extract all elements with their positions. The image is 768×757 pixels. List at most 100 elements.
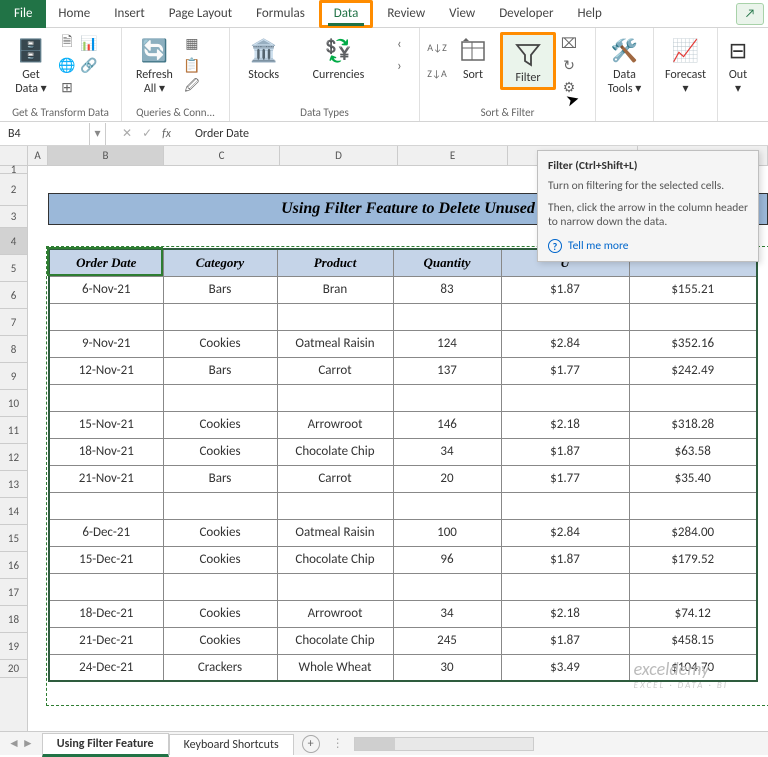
cell[interactable]: $2.18 — [501, 411, 629, 438]
cell[interactable]: $242.49 — [629, 357, 757, 384]
header-quantity[interactable]: Quantity — [393, 249, 501, 276]
cell[interactable]: Crackers — [163, 654, 277, 681]
row-header-3[interactable]: 3 — [0, 206, 27, 228]
cell[interactable]: $74.12 — [629, 600, 757, 627]
row-header-20[interactable]: 20 — [0, 660, 27, 678]
cell[interactable]: Arrowroot — [277, 411, 393, 438]
name-box[interactable]: B4 — [0, 123, 90, 145]
cell[interactable]: 245 — [393, 627, 501, 654]
filter-options[interactable]: ⌧ ↻ ⚙ — [560, 32, 578, 96]
row-header-19[interactable]: 19 — [0, 633, 27, 660]
cell[interactable]: $1.87 — [501, 438, 629, 465]
cell[interactable]: Bars — [163, 276, 277, 303]
cell[interactable]: 6-Nov-21 — [49, 276, 163, 303]
cell[interactable]: 6-Dec-21 — [49, 519, 163, 546]
cell[interactable]: 15-Dec-21 — [49, 546, 163, 573]
outline-button[interactable]: ⊟ Out ▾ — [715, 32, 761, 99]
properties-icon[interactable]: 📋 — [183, 56, 201, 74]
developer-tab[interactable]: Developer — [487, 0, 565, 28]
empty-cell[interactable] — [163, 303, 277, 330]
row-header-2[interactable]: 2 — [0, 174, 27, 206]
cell[interactable]: $179.52 — [629, 546, 757, 573]
get-data-options-2[interactable]: 📊 🔗 — [80, 32, 98, 74]
row-header-12[interactable]: 12 — [0, 444, 27, 471]
review-tab[interactable]: Review — [375, 0, 437, 28]
empty-cell[interactable] — [629, 384, 757, 411]
cell[interactable]: Chocolate Chip — [277, 546, 393, 573]
cell[interactable]: 15-Nov-21 — [49, 411, 163, 438]
cell[interactable]: Oatmeal Raisin — [277, 519, 393, 546]
clear-filter-icon[interactable]: ⌧ — [560, 34, 578, 52]
cell[interactable]: $1.77 — [501, 357, 629, 384]
cell[interactable]: Bran — [277, 276, 393, 303]
data-types-nav[interactable]: ‹ › — [390, 32, 408, 74]
col-header-a[interactable]: A — [28, 146, 48, 166]
cell[interactable]: Cookies — [163, 438, 277, 465]
cell[interactable]: Cookies — [163, 600, 277, 627]
empty-cell[interactable] — [629, 573, 757, 600]
cell[interactable]: $35.40 — [629, 465, 757, 492]
insert-tab[interactable]: Insert — [102, 0, 157, 28]
edit-links-icon[interactable]: 🖉 — [183, 78, 201, 96]
empty-cell[interactable] — [49, 384, 163, 411]
cell[interactable]: $1.87 — [501, 546, 629, 573]
cell[interactable]: 12-Nov-21 — [49, 357, 163, 384]
row-header-9[interactable]: 9 — [0, 363, 27, 390]
cell[interactable]: 96 — [393, 546, 501, 573]
header-order-date[interactable]: Order Date — [49, 249, 163, 276]
cell[interactable]: 18-Dec-21 — [49, 600, 163, 627]
page-layout-tab[interactable]: Page Layout — [157, 0, 244, 28]
col-header-d[interactable]: D — [280, 146, 398, 166]
home-tab[interactable]: Home — [46, 0, 102, 28]
cell[interactable]: Chocolate Chip — [277, 627, 393, 654]
row-header-8[interactable]: 8 — [0, 336, 27, 363]
cell[interactable]: $458.15 — [629, 627, 757, 654]
row-header-15[interactable]: 15 — [0, 525, 27, 552]
existing-conn-icon[interactable]: 🔗 — [80, 56, 98, 74]
cell[interactable]: 100 — [393, 519, 501, 546]
cell[interactable]: 18-Nov-21 — [49, 438, 163, 465]
row-header-11[interactable]: 11 — [0, 417, 27, 444]
cell[interactable]: Bars — [163, 465, 277, 492]
stocks-button[interactable]: 🏛️ Stocks — [241, 32, 287, 84]
forecast-button[interactable]: 📈 Forecast ▾ — [659, 32, 712, 99]
chevron-left-icon[interactable]: ‹ — [390, 34, 408, 52]
cell[interactable]: Bars — [163, 357, 277, 384]
row-header-1[interactable]: 1 — [0, 166, 27, 174]
cell[interactable]: 34 — [393, 600, 501, 627]
cell[interactable]: Cookies — [163, 411, 277, 438]
formula-input[interactable]: Order Date — [187, 127, 768, 141]
row-header-13[interactable]: 13 — [0, 471, 27, 498]
name-box-dropdown[interactable]: ▾ — [90, 123, 106, 145]
queries-icon[interactable]: ▦ — [183, 34, 201, 52]
get-data-button[interactable]: 🗄️ Get Data ▾ — [8, 32, 54, 99]
cell[interactable]: 34 — [393, 438, 501, 465]
cell[interactable]: $1.87 — [501, 627, 629, 654]
sheet-tab-active[interactable]: Using Filter Feature — [42, 733, 169, 757]
prev-sheet-button[interactable]: ◄ — [8, 736, 20, 751]
cell[interactable]: 20 — [393, 465, 501, 492]
empty-cell[interactable] — [277, 573, 393, 600]
data-tab[interactable]: Data — [319, 0, 374, 28]
scrollbar-thumb[interactable] — [355, 738, 395, 750]
empty-cell[interactable] — [163, 384, 277, 411]
empty-cell[interactable] — [393, 303, 501, 330]
cell[interactable]: Cookies — [163, 519, 277, 546]
from-web-icon[interactable]: 🌐 — [58, 56, 76, 74]
cell[interactable]: 24-Dec-21 — [49, 654, 163, 681]
cell[interactable]: Chocolate Chip — [277, 438, 393, 465]
sheet-tab-other[interactable]: Keyboard Shortcuts — [169, 734, 294, 755]
row-header-7[interactable]: 7 — [0, 309, 27, 336]
data-tools-button[interactable]: 🛠️ Data Tools ▾ — [602, 32, 648, 99]
sort-az-button[interactable]: A↓Z — [428, 38, 446, 56]
empty-cell[interactable] — [277, 492, 393, 519]
empty-cell[interactable] — [49, 573, 163, 600]
empty-cell[interactable] — [277, 384, 393, 411]
cell[interactable]: Carrot — [277, 465, 393, 492]
cell[interactable]: Oatmeal Raisin — [277, 330, 393, 357]
row-header-6[interactable]: 6 — [0, 282, 27, 309]
cancel-formula-icon[interactable]: ✕ — [122, 126, 132, 141]
empty-cell[interactable] — [163, 492, 277, 519]
empty-cell[interactable] — [629, 303, 757, 330]
sort-button[interactable]: Sort — [450, 32, 496, 84]
